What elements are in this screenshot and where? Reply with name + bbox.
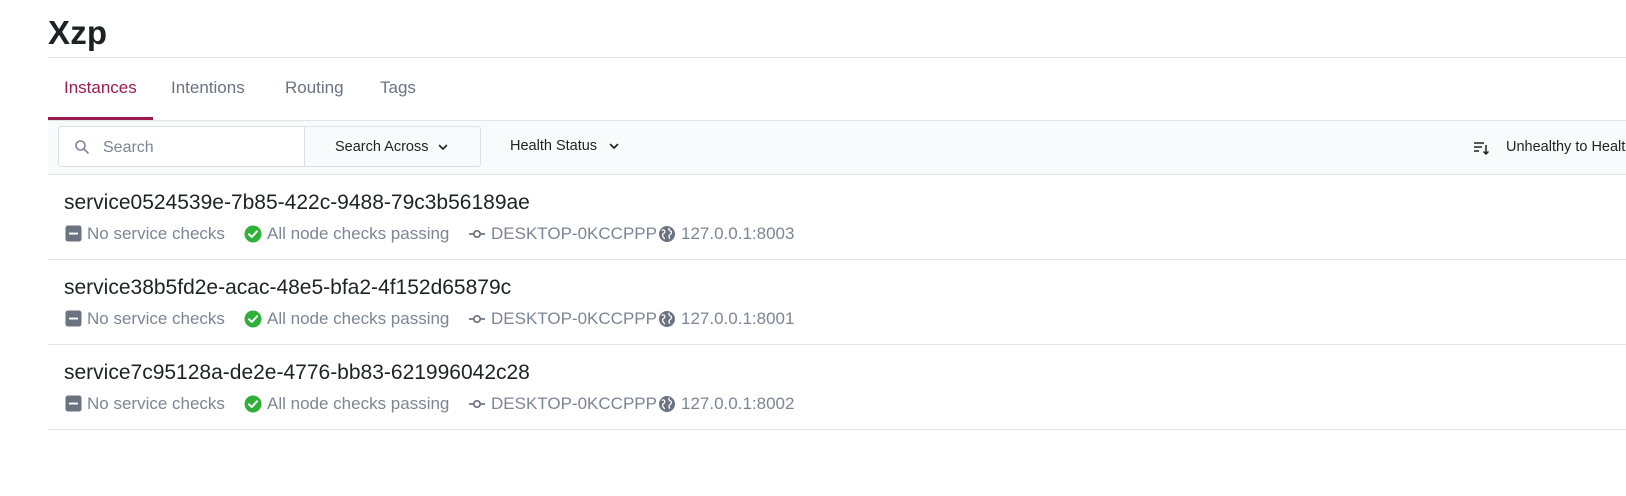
page-title: Xzp [48, 14, 108, 51]
list-item[interactable]: service38b5fd2e-acac-48e5-bfa2-4f152d658… [48, 260, 1626, 345]
check-circle-icon [244, 395, 262, 413]
search-box[interactable] [58, 126, 304, 168]
tab-bar: Instances Intentions Routing Tags [48, 58, 1626, 120]
sort-icon [1474, 142, 1489, 156]
search-icon [75, 140, 89, 154]
check-circle-icon [244, 225, 262, 243]
sort-dropdown[interactable]: Unhealthy to Healthy [1471, 126, 1626, 167]
git-commit-icon [469, 229, 485, 239]
list-item[interactable]: service7c95128a-de2e-4776-bb83-621996042… [48, 345, 1626, 430]
minus-square-icon [65, 395, 82, 412]
search-across-label: Search Across [335, 139, 429, 155]
tab-instances[interactable]: Instances [48, 58, 153, 120]
list-item[interactable]: service0524539e-7b85-422c-9488-79c3b5618… [48, 175, 1626, 260]
instance-name[interactable]: service0524539e-7b85-422c-9488-79c3b5618… [64, 191, 530, 215]
chevron-down-icon [609, 143, 619, 149]
instance-list: service0524539e-7b85-422c-9488-79c3b5618… [48, 175, 1626, 430]
minus-square-icon [65, 225, 82, 242]
search-input[interactable] [101, 127, 301, 168]
globe-icon [659, 226, 675, 242]
globe-icon [659, 311, 675, 327]
tab-routing[interactable]: Routing [285, 58, 344, 120]
health-status-label: Health Status [510, 138, 598, 154]
health-status-dropdown[interactable]: Health Status [510, 126, 640, 167]
instance-name[interactable]: service38b5fd2e-acac-48e5-bfa2-4f152d658… [64, 276, 511, 300]
check-circle-icon [244, 310, 262, 328]
filter-toolbar: Search Across Health Status Unhealthy to… [48, 121, 1626, 175]
instance-name[interactable]: service7c95128a-de2e-4776-bb83-621996042… [64, 361, 530, 385]
sort-label: Unhealthy to Healthy [1506, 139, 1626, 155]
tab-tags[interactable]: Tags [380, 58, 416, 120]
git-commit-icon [469, 314, 485, 324]
globe-icon [659, 396, 675, 412]
minus-square-icon [65, 310, 82, 327]
search-across-dropdown[interactable]: Search Across [304, 126, 481, 167]
tab-intentions[interactable]: Intentions [171, 58, 245, 120]
git-commit-icon [469, 399, 485, 409]
chevron-down-icon [438, 144, 448, 150]
